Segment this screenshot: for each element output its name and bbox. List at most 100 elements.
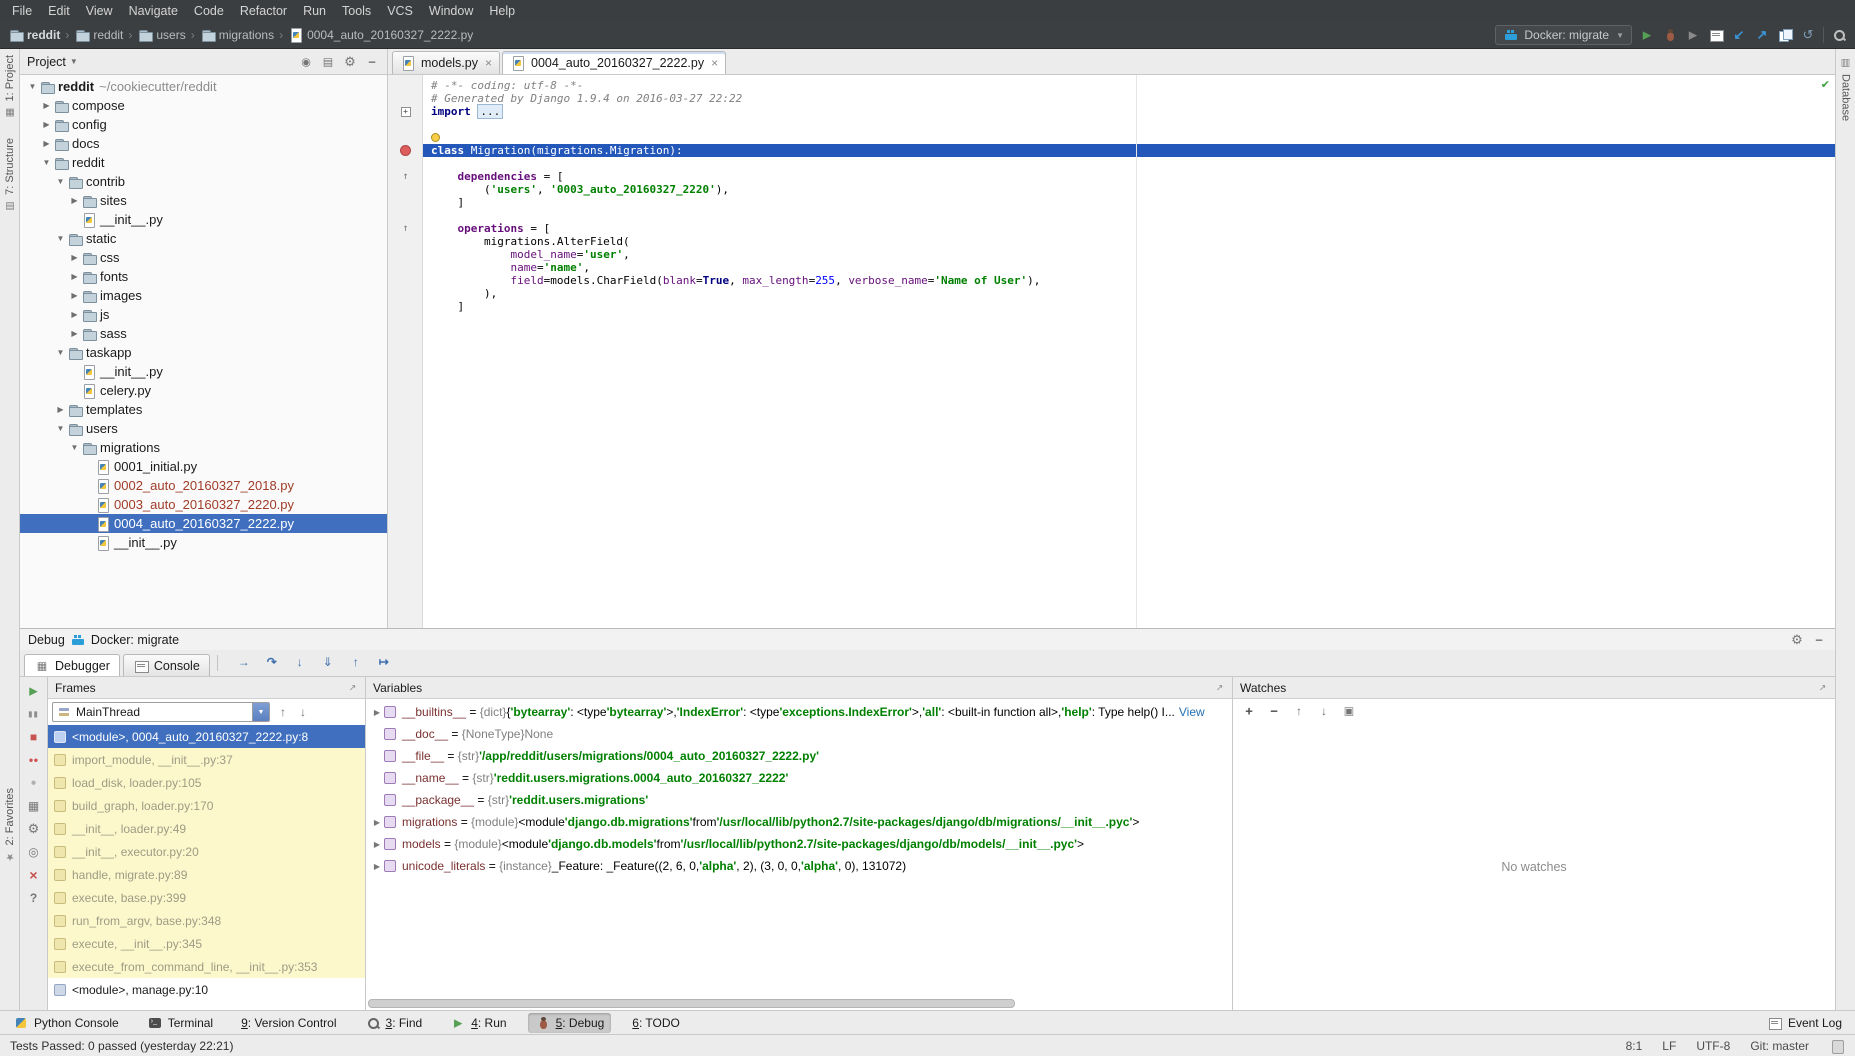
status-8-1[interactable]: 8:1 (1626, 1039, 1643, 1053)
editor-gutter[interactable] (388, 131, 423, 144)
editor-tab-models-py[interactable]: models.py× (392, 51, 500, 74)
status-utf-8[interactable]: UTF-8 (1696, 1039, 1730, 1053)
run-configuration-select[interactable]: Docker: migrate ▼ (1495, 25, 1632, 45)
toolwindow-4-run[interactable]: 4: Run (443, 1013, 513, 1033)
close-tab-icon[interactable]: × (485, 56, 492, 70)
menu-edit[interactable]: Edit (40, 2, 78, 20)
breadcrumb-users[interactable]: users (137, 27, 185, 43)
editor-gutter[interactable] (388, 157, 423, 170)
tree-item-fonts[interactable]: ▶fonts (20, 267, 387, 286)
search-everywhere-icon[interactable] (1831, 27, 1847, 43)
tree-item-init-py[interactable]: __init__.py (20, 533, 387, 552)
tree-item-users[interactable]: ▼users (20, 419, 387, 438)
tree-item-images[interactable]: ▶images (20, 286, 387, 305)
editor-gutter[interactable] (388, 79, 423, 92)
variable-row[interactable]: ▶unicode_literals = {instance} _Feature:… (366, 855, 1232, 877)
view-breakpoints-icon[interactable] (26, 752, 42, 768)
menu-view[interactable]: View (78, 2, 121, 20)
coverage-icon[interactable] (1685, 27, 1701, 43)
menu-vcs[interactable]: VCS (379, 2, 421, 20)
collapse-all-icon[interactable] (320, 54, 336, 70)
chevron-collapsed-icon[interactable]: ▶ (68, 291, 81, 300)
chevron-expanded-icon[interactable]: ▼ (54, 424, 67, 433)
stack-frame[interactable]: <module>, manage.py:10 (48, 978, 365, 1001)
horizontal-scrollbar[interactable] (368, 999, 1230, 1008)
toolwindow-terminal[interactable]: Terminal (140, 1013, 220, 1033)
chevron-collapsed-icon[interactable]: ▶ (68, 310, 81, 319)
debug-icon[interactable] (1662, 27, 1678, 43)
hide-icon[interactable] (364, 54, 380, 70)
help-icon[interactable] (26, 890, 42, 906)
diff-icon[interactable] (1777, 27, 1793, 43)
resume-icon[interactable] (26, 683, 42, 699)
variable-row[interactable]: ▶models = {module}<module 'django.db.mod… (366, 833, 1232, 855)
tree-item-reddit[interactable]: ▼reddit (20, 153, 387, 172)
tree-item-compose[interactable]: ▶compose (20, 96, 387, 115)
menu-tools[interactable]: Tools (334, 2, 379, 20)
editor-gutter[interactable] (388, 92, 423, 105)
chevron-down-icon[interactable]: ▼ (70, 57, 78, 66)
gutter-arrow-icon[interactable]: ↑ (402, 170, 408, 183)
variable-row[interactable]: __package__ = {str}'reddit.users.migrati… (366, 789, 1232, 811)
settings-icon[interactable] (26, 821, 42, 837)
status-message[interactable]: Tests Passed: 0 passed (yesterday 22:21) (10, 1039, 233, 1053)
chevron-collapsed-icon[interactable]: ▶ (370, 818, 384, 827)
breadcrumb-0004-auto-20160327-2222-py[interactable]: 0004_auto_20160327_2222.py (288, 27, 473, 43)
stack-frame[interactable]: execute, __init__.py:345 (48, 932, 365, 955)
editor-gutter[interactable]: + (388, 105, 423, 118)
editor-gutter[interactable] (388, 118, 423, 131)
duplicate-icon[interactable] (1341, 703, 1357, 719)
tree-item-celery-py[interactable]: celery.py (20, 381, 387, 400)
tree-item-templates[interactable]: ▶templates (20, 400, 387, 419)
hide-icon[interactable] (1811, 632, 1827, 648)
stack-frame[interactable]: build_graph, loader.py:170 (48, 794, 365, 817)
tree-item-contrib[interactable]: ▼contrib (20, 172, 387, 191)
settings-icon[interactable] (1789, 632, 1805, 648)
float-panel-icon[interactable] (347, 682, 358, 693)
chevron-expanded-icon[interactable]: ▼ (40, 158, 53, 167)
variable-row[interactable]: __name__ = {str}'reddit.users.migrations… (366, 767, 1232, 789)
chevron-collapsed-icon[interactable]: ▶ (68, 196, 81, 205)
stack-frame[interactable]: execute, base.py:399 (48, 886, 365, 909)
show-execution-point-icon[interactable] (236, 654, 252, 670)
remove-icon[interactable] (1266, 703, 1282, 719)
editor-tab-0004-auto-20160327-2222-py[interactable]: 0004_auto_20160327_2222.py× (502, 51, 726, 74)
run-to-cursor-icon[interactable] (376, 654, 392, 670)
console-icon[interactable] (1708, 27, 1724, 43)
menu-refactor[interactable]: Refactor (232, 2, 295, 20)
editor-gutter[interactable] (388, 183, 423, 196)
tree-item-init-py[interactable]: __init__.py (20, 210, 387, 229)
view-link[interactable]: View (1179, 705, 1205, 719)
tool-button-1-project[interactable]: 1: Project (2, 55, 18, 120)
editor-gutter[interactable] (388, 261, 423, 274)
breadcrumb-reddit[interactable]: reddit (8, 27, 60, 43)
editor-gutter[interactable] (388, 274, 423, 287)
variable-row[interactable]: __doc__ = {NoneType}None (366, 723, 1232, 745)
editor-gutter[interactable]: ↑ (388, 222, 423, 235)
chevron-down-icon[interactable]: ▼ (252, 703, 269, 721)
frame-down-icon[interactable] (295, 704, 311, 720)
tree-item-sites[interactable]: ▶sites (20, 191, 387, 210)
vcs-update-icon[interactable] (1731, 27, 1747, 43)
chevron-expanded-icon[interactable]: ▼ (68, 443, 81, 452)
editor-gutter[interactable]: ↑ (388, 170, 423, 183)
step-into-icon[interactable] (292, 654, 308, 670)
restore-layout-icon[interactable] (26, 798, 42, 814)
force-step-into-icon[interactable] (320, 654, 336, 670)
chevron-expanded-icon[interactable]: ▼ (54, 234, 67, 243)
chevron-expanded-icon[interactable]: ▼ (54, 348, 67, 357)
menu-navigate[interactable]: Navigate (121, 2, 186, 20)
hector-inspections-icon[interactable] (1829, 1038, 1845, 1054)
stack-frame[interactable]: <module>, 0004_auto_20160327_2222.py:8 (48, 725, 365, 748)
menu-code[interactable]: Code (186, 2, 232, 20)
toolwindow-9-version-control[interactable]: 9: Version Control (234, 1014, 343, 1032)
tree-item-migrations[interactable]: ▼migrations (20, 438, 387, 457)
tree-item-init-py[interactable]: __init__.py (20, 362, 387, 381)
close-tab-icon[interactable]: × (711, 56, 718, 70)
tree-item-static[interactable]: ▼static (20, 229, 387, 248)
close-icon[interactable] (26, 867, 42, 883)
editor-gutter[interactable] (388, 300, 423, 313)
tree-item-docs[interactable]: ▶docs (20, 134, 387, 153)
tree-item-0002-auto-20160327-2018-py[interactable]: 0002_auto_20160327_2018.py (20, 476, 387, 495)
editor-gutter[interactable] (388, 196, 423, 209)
